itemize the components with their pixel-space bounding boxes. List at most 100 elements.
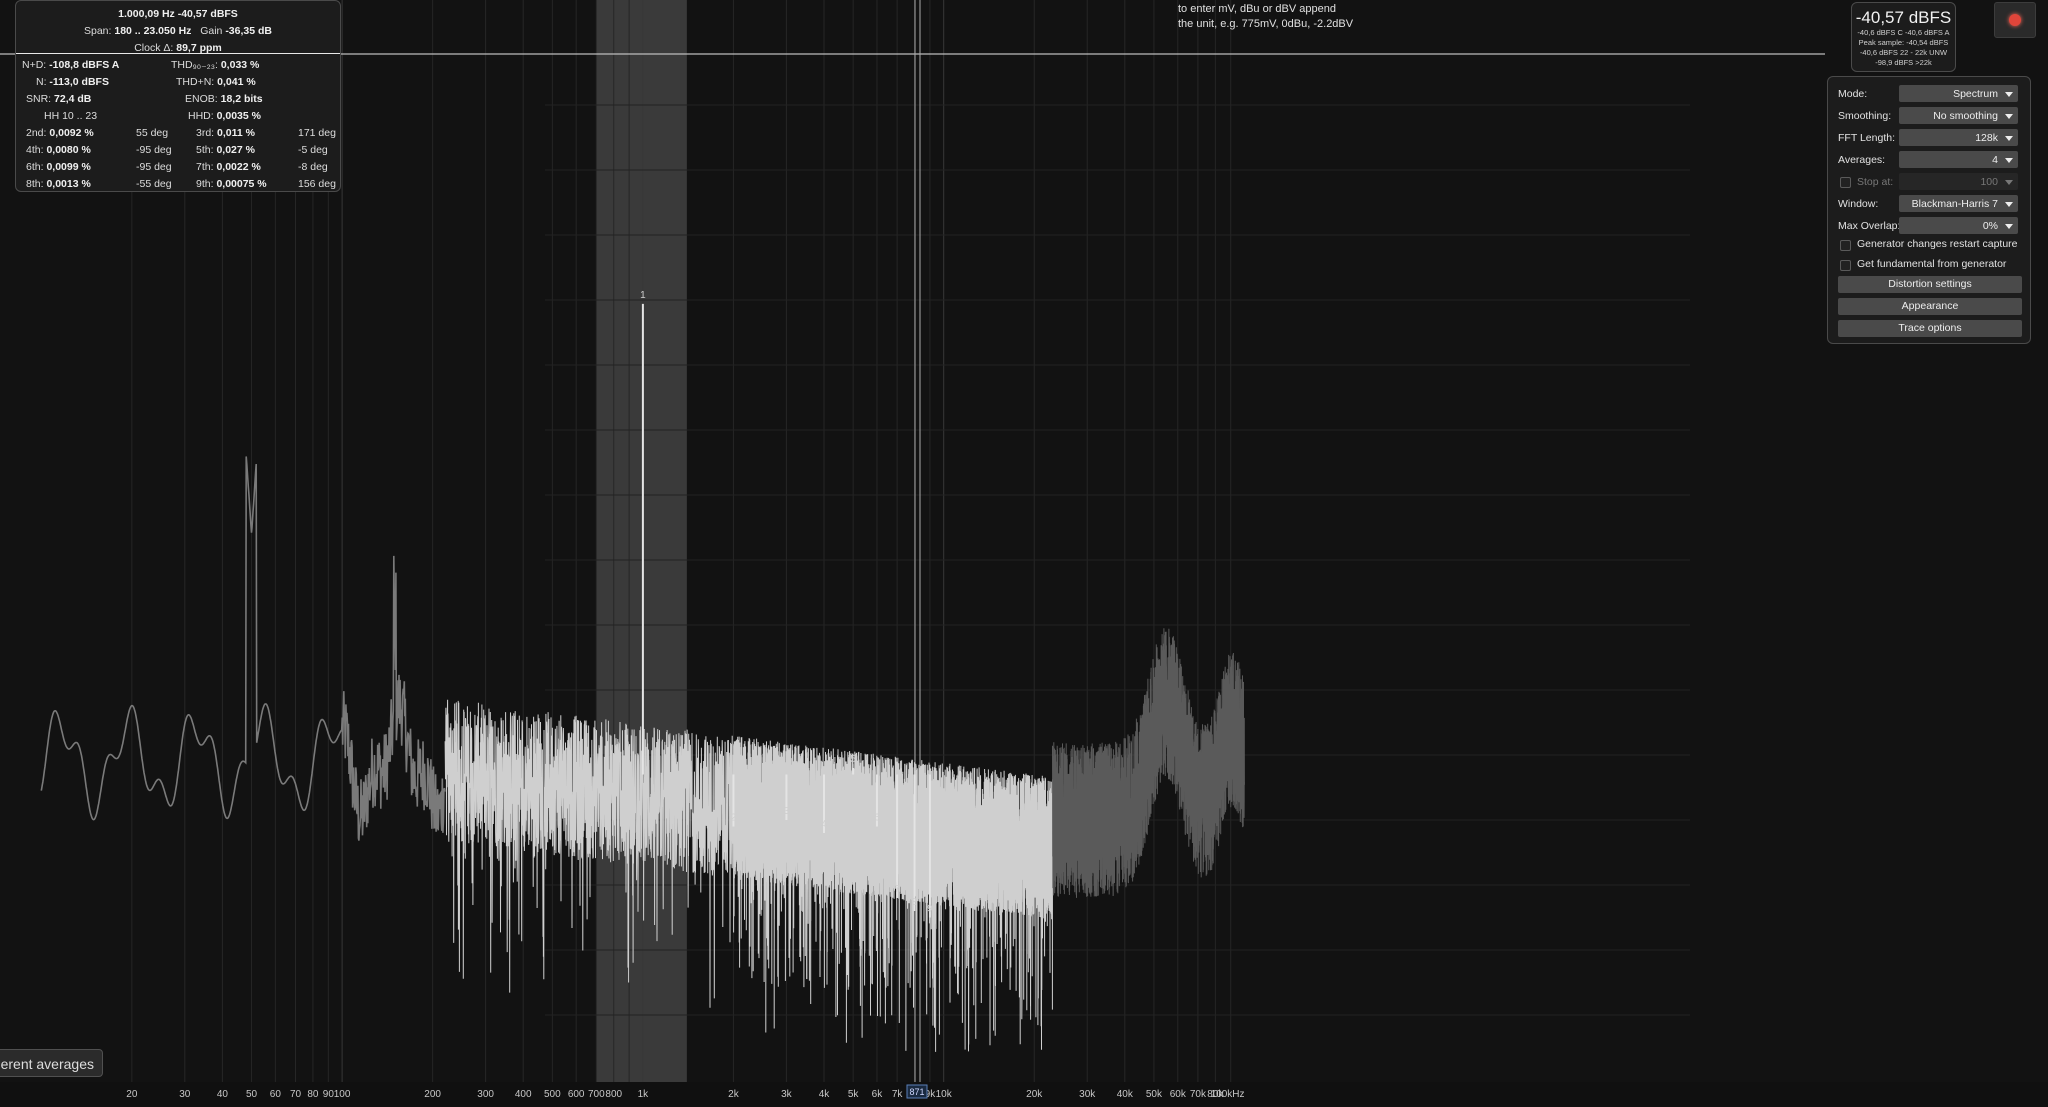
x-tick-label: 1k [638, 1089, 650, 1100]
x-tick-label: 30 [179, 1089, 191, 1100]
fft-label: FFT Length: [1838, 132, 1896, 144]
thdn-label: THD+N: [176, 76, 215, 88]
harmonic-even-phase: 55 deg [136, 127, 169, 139]
harmonic-label: 8 [912, 897, 918, 908]
overlap-dropdown[interactable]: 0% [1899, 217, 2018, 234]
stop-at-spinner[interactable]: 100 [1899, 173, 2018, 190]
thdn-row: THD+N: 0,041 % [176, 76, 256, 88]
x-tick-label: 600 [568, 1089, 585, 1100]
overlap-row: Max Overlap: 0% [1838, 217, 2022, 235]
gain-label: Gain [200, 25, 223, 37]
chevron-down-icon [2005, 114, 2013, 119]
harmonic-odd-phase: -8 deg [298, 161, 328, 173]
stop-row: Stop at: 100 [1838, 173, 2022, 191]
harmonic-odd-phase: 156 deg [298, 178, 336, 190]
smoothing-dropdown[interactable]: No smoothing [1899, 107, 2018, 124]
appearance-button[interactable]: Appearance [1838, 298, 2022, 315]
n-value: -113,0 dBFS [49, 76, 109, 88]
fundamental-from-generator-checkbox[interactable] [1840, 260, 1851, 271]
harmonic-odd: 5th: 0,027 % [196, 144, 255, 156]
x-tick-label: 700 [588, 1089, 605, 1100]
x-tick-label: 20 [126, 1089, 138, 1100]
harmonic-label: 4 [821, 819, 827, 830]
fft-length-dropdown[interactable]: 128k [1899, 129, 2018, 146]
generator-restart-checkbox[interactable] [1840, 240, 1851, 251]
harmonic-even: 4th: 0,0080 % [26, 144, 91, 156]
averages-value: 4 [1992, 154, 1998, 166]
x-tick-label: 70 [290, 1089, 302, 1100]
x-tick-label: 4k [819, 1089, 831, 1100]
harmonic-label: 2 [731, 813, 737, 824]
n-row: N: -113,0 dBFS [36, 76, 109, 88]
snr-value: 72,4 dB [54, 93, 92, 105]
x-tick-label: 40k [1117, 1089, 1134, 1100]
overlap-label: Max Overlap: [1838, 220, 1901, 232]
x-tick-label: 50k [1146, 1089, 1163, 1100]
harmonic-label: 6 [874, 813, 880, 824]
fundamental-from-generator-label: Get fundamental from generator [1857, 258, 2007, 270]
x-tick-label: 80 [307, 1089, 319, 1100]
stop-at-checkbox[interactable] [1840, 177, 1851, 188]
coherent-averages-button[interactable]: erent averages [0, 1049, 103, 1077]
x-tick-label: 70k [1190, 1089, 1207, 1100]
x-tick-label: 100 [334, 1089, 351, 1100]
fft-value: 128k [1975, 132, 1998, 144]
harmonic-label: 7 [894, 884, 900, 895]
x-tick-label: 10k [936, 1089, 953, 1100]
harmonic-even: 8th: 0,0013 % [26, 178, 91, 190]
window-row: Window: Blackman-Harris 7 [1838, 195, 2022, 213]
level-unweighted: -40,6 dBFS 22 - 22k UNW [1859, 48, 1948, 57]
span-value: 180 .. 23.050 Hz [114, 25, 192, 37]
harmonic-odd: 9th: 0,00075 % [196, 178, 267, 190]
n-label: N: [36, 76, 47, 88]
harmonic-even-phase: -95 deg [136, 144, 172, 156]
chevron-down-icon [2005, 92, 2013, 97]
smoothing-row: Smoothing: No smoothing [1838, 107, 2022, 125]
window-dropdown[interactable]: Blackman-Harris 7 [1899, 195, 2018, 212]
averages-dropdown[interactable]: 4 [1899, 151, 2018, 168]
stop-label: Stop at: [1857, 176, 1894, 188]
distortion-settings-button[interactable]: Distortion settings [1838, 276, 2022, 293]
x-tick-label: 90 [323, 1089, 335, 1100]
enob-value: 18,2 bits [220, 93, 263, 105]
stop-value: 100 [1980, 176, 1998, 188]
snr-label: SNR: [26, 93, 52, 105]
divider [16, 53, 340, 54]
span-label: Span: [84, 25, 112, 37]
thd-row: THD₉₀₋₂₃: 0,033 % [171, 59, 259, 71]
record-icon [2009, 14, 2021, 26]
span-gain-row: Span: 180 .. 23.050 Hz Gain -36,35 dB [16, 25, 340, 37]
mode-dropdown[interactable]: Spectrum [1899, 85, 2018, 102]
x-tick-label: 30k [1079, 1089, 1096, 1100]
nd-value: -108,8 dBFS A [49, 59, 120, 71]
x-tick-label: 3k [781, 1089, 793, 1100]
window-label: Window: [1838, 198, 1879, 210]
generator-restart-label: Generator changes restart capture [1857, 238, 2018, 250]
smoothing-value: No smoothing [1933, 110, 1998, 122]
enob-row: ENOB: 18,2 bits [185, 93, 263, 105]
gain-value: -36,35 dB [225, 25, 272, 37]
x-tick-label: 60 [270, 1089, 282, 1100]
spinner-icon [2005, 180, 2013, 185]
fft-row: FFT Length: 128k [1838, 129, 2022, 147]
nd-label: N+D: [22, 59, 47, 71]
level-weighted: -40,6 dBFS C -40,6 dBFS A [1857, 28, 1950, 37]
mode-label: Mode: [1838, 88, 1868, 100]
harmonic-even: 2nd: 0,0092 % [26, 127, 94, 139]
x-tick-label: 500 [544, 1089, 561, 1100]
hint-line-1: to enter mV, dBu or dBV append [1178, 3, 1336, 15]
harmonic-label: 9 [927, 904, 933, 915]
harmonic-odd-phase: 171 deg [298, 127, 336, 139]
trace-options-button[interactable]: Trace options [1838, 320, 2022, 337]
analysis-band [596, 0, 687, 1082]
unit-hint: to enter mV, dBu or dBV append the unit,… [1178, 2, 1353, 32]
x-tick-label: 6k [872, 1089, 884, 1100]
averages-row: Averages: 4 [1838, 151, 2022, 169]
fundamental-value: 1.000,09 Hz -40,57 dBFS [118, 8, 238, 20]
spectrum-trace-low [40, 456, 446, 841]
mode-value: Spectrum [1953, 88, 1998, 100]
x-tick-label: 800 [605, 1089, 622, 1100]
level-meter: -40,57 dBFS -40,6 dBFS C -40,6 dBFS A Pe… [1851, 2, 1956, 72]
record-button[interactable] [1994, 2, 2036, 38]
x-tick-label: 300 [477, 1089, 494, 1100]
